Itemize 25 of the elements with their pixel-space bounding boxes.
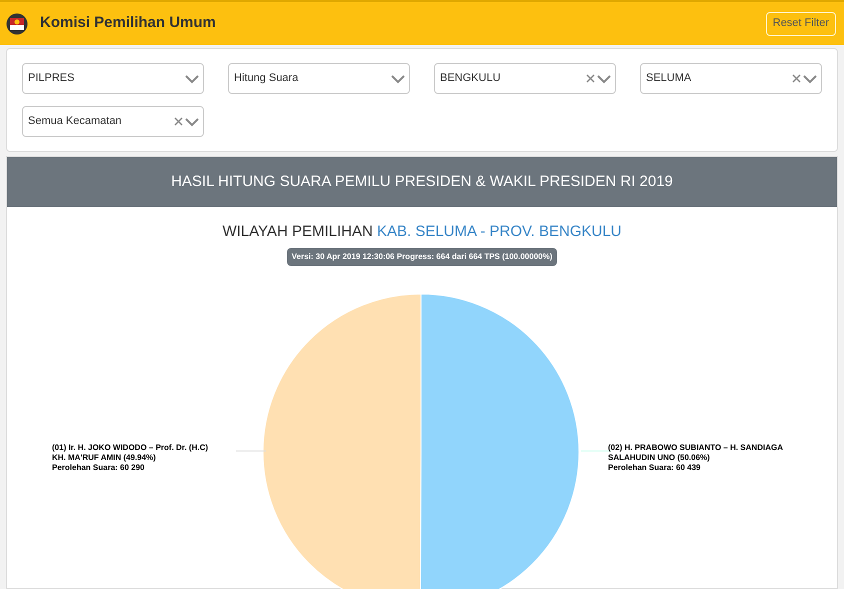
clear-icon[interactable]	[174, 117, 183, 126]
clear-icon[interactable]	[586, 74, 595, 83]
region-heading: WILAYAH PEMILIHAN KAB. SELUMA - PROV. BENGKULU	[222, 222, 622, 242]
chevron-down-icon	[185, 74, 199, 84]
chevron-down-icon	[185, 116, 199, 126]
reset-filter-button[interactable]: Reset Filter	[766, 12, 836, 36]
select-field[interactable]: BENGKULU	[434, 63, 616, 94]
logo-icon	[6, 12, 28, 36]
clear-icon[interactable]	[792, 74, 801, 83]
leader-line	[236, 450, 266, 452]
vote-count: Perolehan Suara: 60 290	[52, 462, 146, 472]
select-field[interactable]: PILPRES	[22, 63, 204, 94]
select-field[interactable]: SELUMA	[640, 63, 822, 94]
vote-count: Perolehan Suara: 60 439	[608, 462, 702, 472]
select-field[interactable]: Semua Kecamatan	[22, 106, 204, 137]
panel-title: HASIL HITUNG SUARA PEMILU PRESIDEN & WAKIL PRESIDEN RI 2019	[171, 172, 673, 192]
version-badge: Versi: 30 Apr 2019 12:30:06 Progress: 664 dari 664 TPS (100.00000%)	[286, 248, 558, 266]
slice-label: (02) H. PRABOWO SUBIANTO – H. SANDIAGA SALAHUDIN UNO (50.06%)	[608, 442, 784, 462]
select-field[interactable]: Hitung Suara	[228, 63, 410, 94]
chevron-down-icon	[391, 74, 405, 84]
slice-label: (01) Ir. H. JOKO WIDODO – Prof. Dr. (H.C) KH. MA'RUF AMIN (49.94%)	[52, 442, 210, 462]
chevron-down-icon	[803, 74, 817, 84]
leader-line	[581, 450, 611, 452]
app-title: Komisi Pemilihan Umum	[40, 13, 216, 34]
chevron-down-icon	[597, 74, 611, 84]
